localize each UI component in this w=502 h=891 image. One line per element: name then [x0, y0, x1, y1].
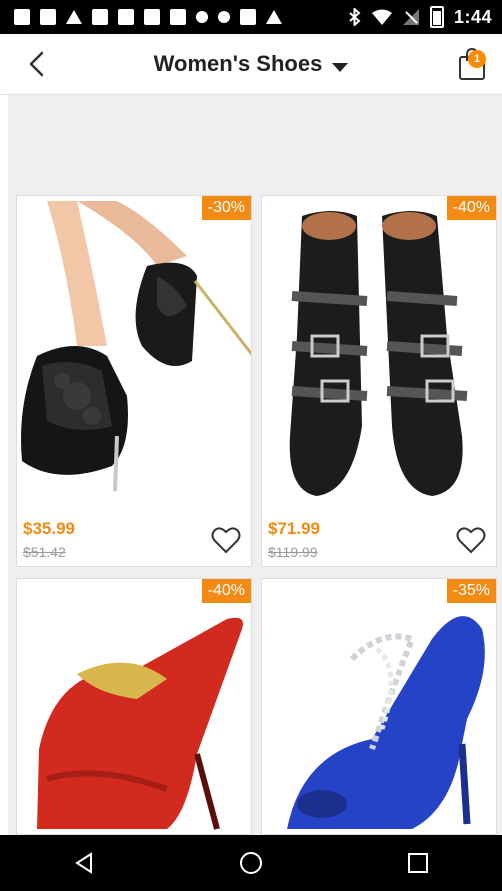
product-price: $71.99: [268, 519, 320, 538]
facebook-icon: [144, 9, 160, 25]
product-card[interactable]: -30% $35.99 $51.42: [16, 195, 252, 567]
battery-icon: [429, 6, 444, 28]
discount-badge: -40%: [446, 196, 496, 220]
home-circle-icon: [239, 852, 262, 874]
discount-badge: -40%: [201, 579, 251, 603]
product-image: [262, 579, 496, 834]
discount-badge: -30%: [201, 196, 251, 220]
back-triangle-icon: [74, 852, 92, 874]
person-icon: [196, 11, 208, 23]
facebook-icon: [92, 9, 108, 25]
cart-count-badge: 1: [468, 50, 486, 68]
product-image: [262, 196, 496, 511]
game-controller-icon: [14, 9, 30, 25]
category-selector[interactable]: Women's Shoes: [0, 34, 502, 94]
recents-square-icon: [408, 853, 429, 873]
app-bar: Women's Shoes 1: [0, 34, 502, 95]
shopping-bag-button[interactable]: 1: [456, 44, 490, 82]
status-bar: 1:44: [0, 0, 502, 34]
system-icons: 1:44: [348, 0, 492, 34]
heart-icon[interactable]: [456, 526, 486, 554]
product-image: [17, 196, 251, 511]
original-price: $119.99: [268, 544, 318, 560]
wifi-icon: [371, 9, 392, 25]
product-card[interactable]: -40% $71.99 $119.99: [261, 195, 497, 567]
bluetooth-icon: [349, 8, 361, 26]
product-price: $35.99: [23, 519, 75, 538]
status-time: 1:44: [453, 6, 492, 27]
heart-icon[interactable]: [211, 526, 241, 554]
nav-back-button[interactable]: [60, 839, 108, 887]
chevron-down-icon: [332, 62, 349, 72]
facebook-icon: [170, 9, 186, 25]
original-price: $51.42: [23, 544, 66, 560]
nav-recents-button[interactable]: [394, 839, 442, 887]
facebook-icon: [40, 9, 56, 25]
product-card[interactable]: -40%: [16, 578, 252, 835]
app-screen: 1:44 Women's Shoes 1 -30% $35.99 $51.42 …: [0, 0, 502, 891]
product-image: [17, 579, 251, 834]
facebook-icon: [118, 9, 134, 25]
shield-icon: [240, 9, 256, 25]
notification-icons: [0, 9, 282, 25]
nav-home-button[interactable]: [227, 839, 275, 887]
person-icon: [218, 11, 230, 23]
system-navigation-bar: [0, 835, 502, 891]
banner-area: [8, 95, 502, 195]
send-icon: [66, 10, 82, 24]
signal-icon: [402, 9, 419, 25]
discount-badge: -35%: [446, 579, 496, 603]
page-title: Women's Shoes: [153, 51, 323, 76]
product-card[interactable]: -35%: [261, 578, 497, 835]
bell-icon: [266, 10, 282, 24]
